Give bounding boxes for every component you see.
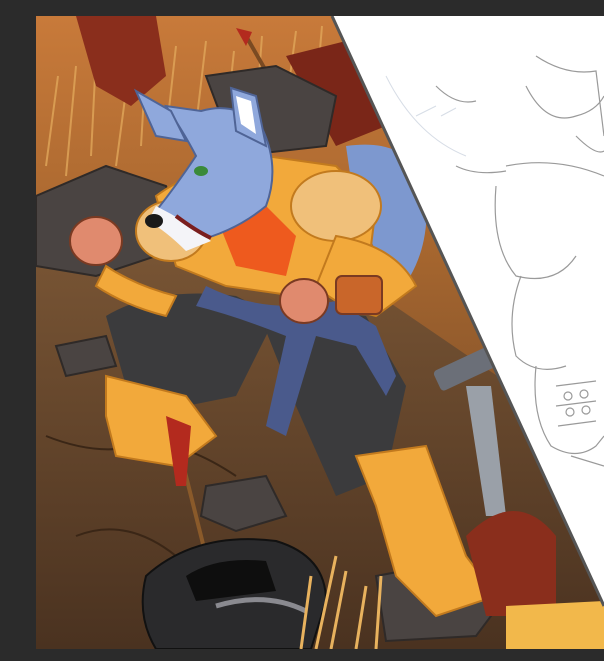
fist-left <box>69 216 123 266</box>
app-window <box>0 0 604 661</box>
artwork-canvas <box>36 16 604 649</box>
shoulder-pad-right <box>290 170 382 242</box>
fist-right <box>279 278 329 324</box>
gauntlet-right <box>335 275 383 315</box>
eye <box>194 166 208 176</box>
artwork-svg <box>36 16 604 649</box>
gold-item <box>506 601 604 649</box>
nose <box>145 214 163 228</box>
